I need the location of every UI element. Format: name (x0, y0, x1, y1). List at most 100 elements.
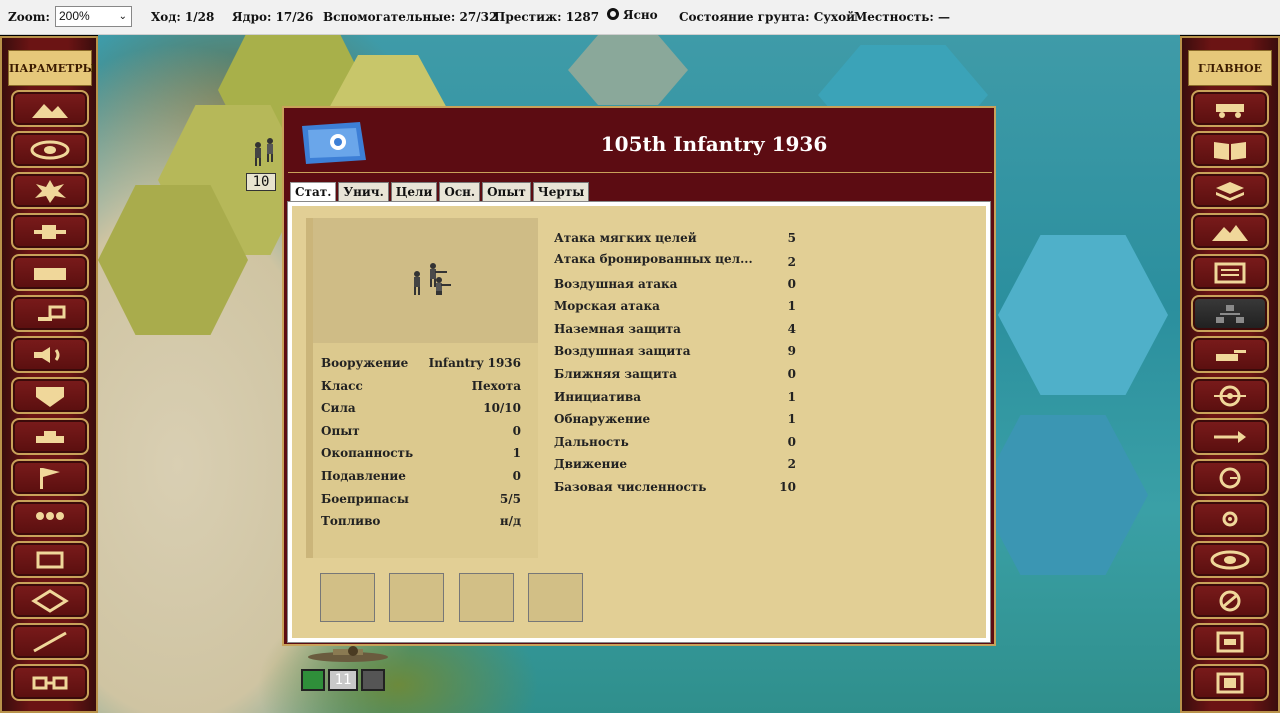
chevron-down-icon: ⌄ (118, 11, 127, 22)
layers-icon (1216, 181, 1244, 201)
units-button[interactable] (11, 500, 89, 537)
stat-label: Инициатива (554, 390, 642, 404)
artillery-button[interactable] (1191, 336, 1269, 373)
tab-kills[interactable]: Унич. (338, 182, 389, 202)
link-icon (32, 676, 68, 689)
stat-label: Сила (321, 401, 356, 415)
options-button[interactable] (1191, 582, 1269, 619)
stat-label: Подавление (321, 469, 406, 483)
defense-button[interactable] (11, 377, 89, 414)
tab-targets[interactable]: Цели (390, 182, 438, 202)
sound-button[interactable] (11, 336, 89, 373)
unit-strength-badge: 11 (328, 669, 358, 691)
next-unit-button[interactable] (1191, 418, 1269, 455)
stat-value: 0 (512, 469, 521, 483)
list-button[interactable] (1191, 254, 1269, 291)
zoom-select[interactable]: 200% ⌄ (55, 6, 132, 27)
view-button[interactable] (1191, 541, 1269, 578)
unit-info-dialog: 105th Infantry 1936 Стат. Унич. Цели Осн… (282, 106, 996, 646)
unit-button[interactable] (1191, 90, 1269, 127)
fuel-icon (361, 669, 385, 691)
stat-row: Боеприпасы 5/5 (321, 492, 521, 506)
stat-row: Подавление 0 (321, 469, 521, 483)
prestige: Престиж: 1287 (494, 10, 600, 24)
stat-label: Топливо (321, 514, 381, 528)
equipment-slot[interactable] (459, 573, 514, 622)
panel-title: ГЛАВНОЕ (1188, 50, 1272, 86)
tab-traits[interactable]: Черты (532, 182, 590, 202)
stat-label: Атака бронированных цел... (554, 252, 753, 266)
line-button[interactable] (11, 623, 89, 660)
line-icon (33, 631, 67, 652)
stat-label: Наземная защита (554, 322, 681, 336)
stat-label: Воздушная защита (554, 344, 691, 358)
objectives-button[interactable] (11, 459, 89, 496)
terrain-view-button[interactable] (1191, 213, 1269, 250)
aux-units: Вспомогательные: 27/32 (323, 10, 498, 24)
encyclopedia-button[interactable] (1191, 131, 1269, 168)
end-turn-button[interactable] (1191, 459, 1269, 496)
layers-button[interactable] (1191, 172, 1269, 209)
load-button[interactable] (1191, 664, 1269, 701)
units-icon (36, 511, 64, 520)
org-icon (1216, 304, 1244, 323)
clock-icon (1219, 467, 1241, 488)
flag-button[interactable] (11, 295, 89, 332)
stat-row: Класс Пехота (321, 379, 521, 393)
stat-value: 10 (779, 480, 796, 494)
target-icon (1214, 385, 1246, 406)
supply-button[interactable] (11, 254, 89, 291)
zoom-value: 200% (59, 9, 90, 23)
aircraft-unit-icon[interactable] (303, 643, 393, 669)
stat-label: Опыт (321, 424, 360, 438)
list-icon (1214, 262, 1246, 283)
equipment-slot[interactable] (320, 573, 375, 622)
dialog-tabs: Стат. Унич. Цели Осн. Опыт Черты (290, 182, 590, 203)
tab-experience[interactable]: Опыт (482, 182, 531, 202)
stat-value: 0 (512, 424, 521, 438)
tab-base[interactable]: Осн. (439, 182, 481, 202)
equipment-slot[interactable] (528, 573, 583, 622)
save-icon (1216, 631, 1244, 652)
stat-label: Обнаружение (554, 412, 651, 426)
terrain-button[interactable] (11, 90, 89, 127)
load-icon (1216, 672, 1244, 693)
stat-label: Боеприпасы (321, 492, 409, 506)
target-button[interactable] (1191, 377, 1269, 414)
stat-value: 2 (787, 457, 796, 471)
organization-button[interactable] (1191, 295, 1269, 332)
stat-row: Сила 10/10 (321, 401, 521, 415)
infantry-unit-icon[interactable] (246, 135, 282, 171)
stat-value: 5 (787, 231, 796, 245)
center-button[interactable] (1191, 500, 1269, 537)
stat-row: Вооружение Infantry 1936 (321, 356, 521, 370)
weather-text: Ясно (623, 8, 658, 22)
stat-value: 1 (787, 390, 796, 404)
save-button[interactable] (1191, 623, 1269, 660)
ground-condition: Состояние грунта: Сухой (679, 10, 855, 24)
air-button[interactable] (11, 213, 89, 250)
stat-value: 5/5 (499, 492, 521, 506)
aircraft-icon (34, 224, 66, 239)
divider (288, 172, 992, 173)
stat-value: 2 (787, 255, 796, 269)
eye-icon (1210, 550, 1250, 569)
tab-stats[interactable]: Стат. (290, 182, 337, 203)
unit-icon (1216, 103, 1244, 118)
vehicles-button[interactable] (11, 418, 89, 455)
visibility-button[interactable] (11, 131, 89, 168)
hex-city[interactable] (568, 35, 688, 105)
weather: Ясно (607, 8, 658, 22)
tank-icon (36, 430, 64, 443)
equipment-slot[interactable] (389, 573, 444, 622)
unit-status-bar: 11 (301, 669, 385, 691)
stat-label: Атака мягких целей (554, 231, 697, 245)
stat-row: Окопанность 1 (321, 446, 521, 460)
combat-button[interactable] (11, 172, 89, 209)
hex-grid-button[interactable] (11, 582, 89, 619)
link-button[interactable] (11, 664, 89, 701)
hex-water[interactable] (998, 235, 1168, 395)
frame-button[interactable] (11, 541, 89, 578)
hex-water[interactable] (978, 415, 1148, 575)
stat-value: 0 (787, 277, 796, 291)
